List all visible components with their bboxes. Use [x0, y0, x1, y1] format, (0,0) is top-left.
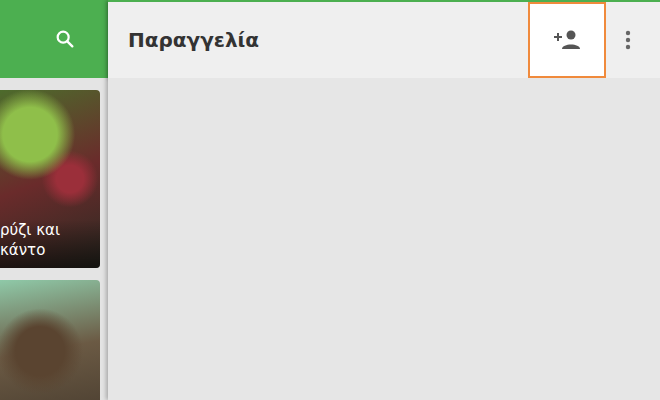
order-content [108, 78, 660, 400]
add-person-button[interactable] [528, 2, 606, 78]
add-person-icon [552, 28, 582, 52]
app-bar [0, 0, 108, 78]
order-panel: Παραγγελία [108, 0, 660, 400]
order-title: Παραγγελία [128, 28, 528, 52]
more-button[interactable] [618, 2, 638, 78]
more-icon [625, 29, 631, 51]
recipes-panel: ρύζι καικάντο [0, 0, 108, 400]
recipe-list: ρύζι καικάντο [0, 78, 108, 400]
search-icon [54, 28, 76, 50]
order-toolbar: Παραγγελία [108, 0, 660, 78]
app-screen: ρύζι καικάντο Παραγγελία [0, 0, 660, 400]
search-button[interactable] [54, 28, 76, 50]
recipe-card[interactable]: ρύζι καικάντο [0, 90, 100, 268]
recipe-title: ρύζι καικάντο [0, 220, 100, 268]
recipe-card[interactable] [0, 280, 100, 400]
